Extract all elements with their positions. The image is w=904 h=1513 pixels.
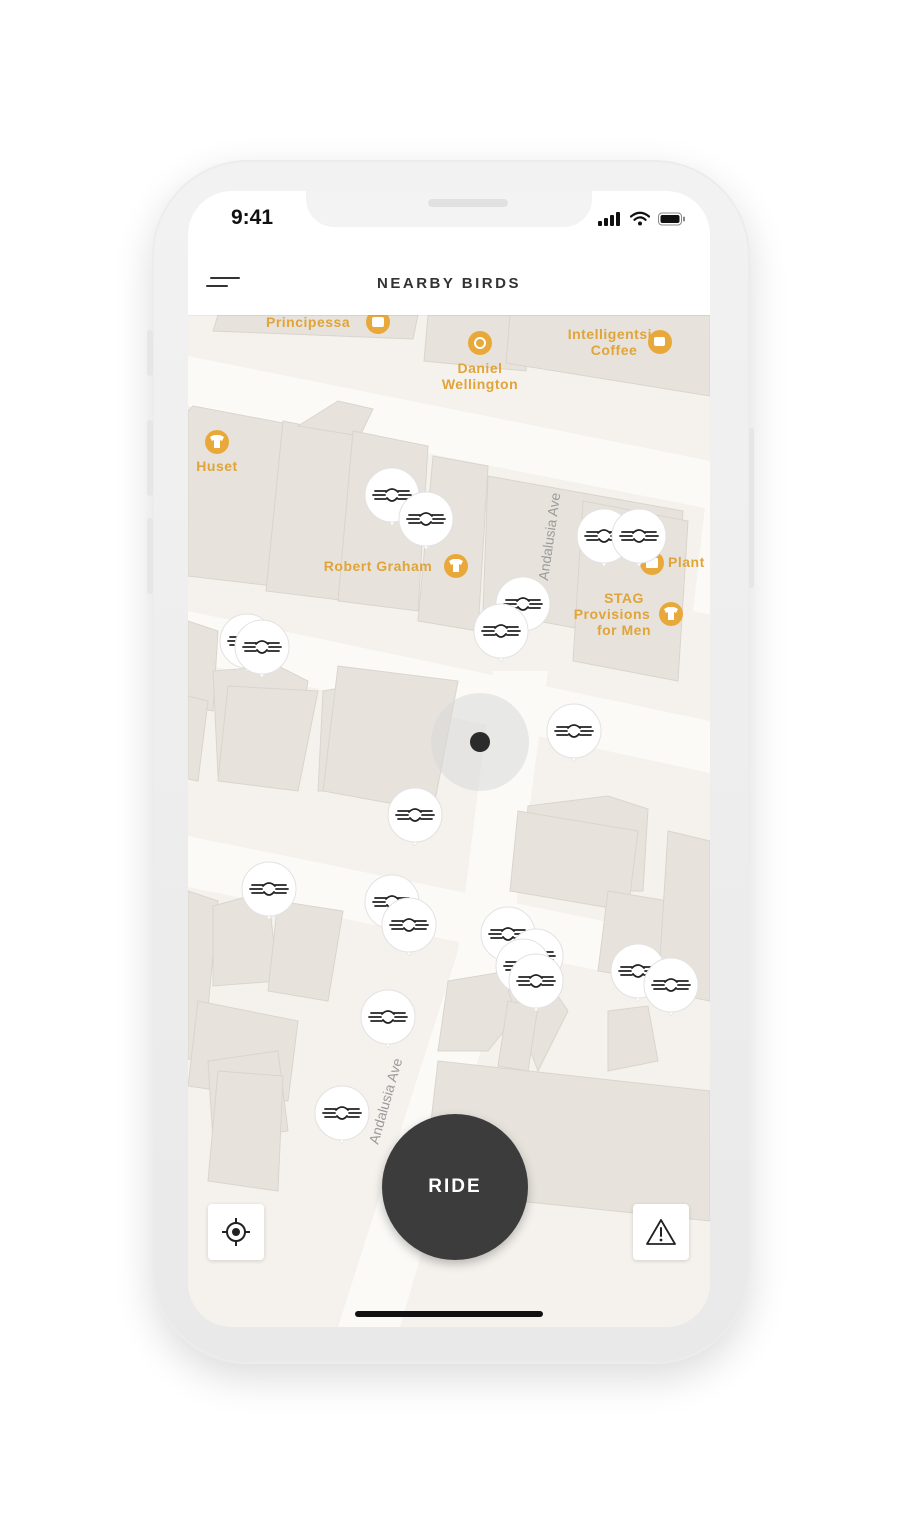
- phone-volume-down: [147, 518, 153, 594]
- cellular-signal-icon: [598, 211, 620, 226]
- bag-icon: [372, 317, 384, 327]
- home-indicator[interactable]: [355, 1311, 543, 1317]
- page-title: NEARBY BIRDS: [377, 275, 521, 292]
- status-time: 9:41: [231, 206, 274, 229]
- svg-text:Intelligentsia: Intelligentsia: [568, 326, 661, 342]
- svg-text:STAG: STAG: [604, 590, 644, 606]
- svg-text:for Men: for Men: [597, 622, 651, 638]
- phone-mute-switch: [147, 330, 153, 376]
- app-header: NEARBY BIRDS: [188, 247, 710, 315]
- phone-power-button: [749, 428, 754, 588]
- phone-notch: [306, 191, 592, 227]
- report-button[interactable]: [633, 1204, 689, 1260]
- svg-text:Huset: Huset: [196, 458, 237, 474]
- wifi-icon: [630, 211, 650, 226]
- app-screen: 9:41 NEARBY BIRDS Principessa Daniel Wel…: [188, 191, 710, 1327]
- ride-button[interactable]: RIDE: [382, 1114, 528, 1260]
- warning-icon: [646, 1219, 676, 1245]
- svg-text:Principessa: Principessa: [266, 315, 350, 330]
- svg-text:Robert Graham: Robert Graham: [324, 558, 432, 574]
- svg-text:Daniel: Daniel: [457, 360, 502, 376]
- coffee-icon: [654, 337, 665, 346]
- svg-text:Plant: Plant: [668, 554, 705, 570]
- svg-text:Coffee: Coffee: [591, 342, 638, 358]
- locate-button[interactable]: [208, 1204, 264, 1260]
- locate-icon: [222, 1218, 250, 1246]
- svg-text:Wellington: Wellington: [442, 376, 518, 392]
- svg-text:Provisions: Provisions: [574, 606, 651, 622]
- status-icons: [598, 211, 686, 226]
- speaker-grille: [428, 199, 508, 207]
- user-location-icon: [431, 693, 529, 791]
- phone-volume-up: [147, 420, 153, 496]
- battery-icon: [658, 212, 685, 225]
